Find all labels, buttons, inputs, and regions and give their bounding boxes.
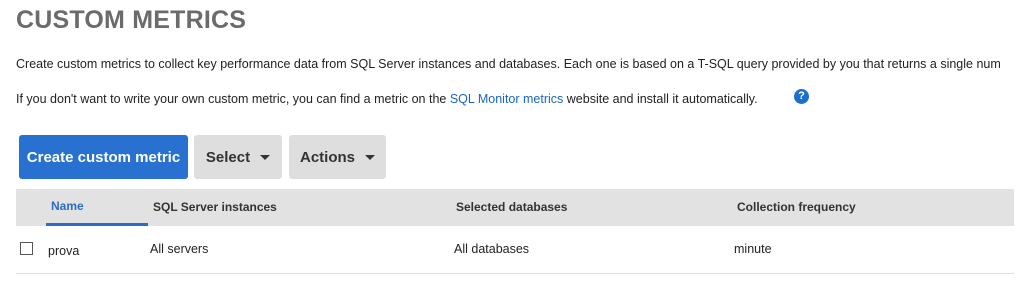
cell-collection-frequency: minute [734,242,772,256]
column-header-name[interactable]: Name [51,199,84,213]
help-icon[interactable]: ? [794,89,809,104]
table-row[interactable]: prova All servers All databases minute [16,226,1014,274]
cell-selected-databases: All databases [454,242,530,256]
cell-sql-server-instances: All servers [150,242,209,256]
table-header: Name SQL Server instances Selected datab… [16,189,1014,226]
create-custom-metric-button[interactable]: Create custom metric [19,135,188,179]
row-checkbox[interactable] [20,242,33,255]
sql-monitor-metrics-link[interactable]: SQL Monitor metrics [450,92,563,106]
page-title: CUSTOM METRICS [16,6,247,34]
intro-text: Create custom metrics to collect key per… [16,57,1001,71]
cell-name: prova [48,244,80,258]
select-dropdown-button[interactable]: Select [194,135,282,179]
create-custom-metric-label: Create custom metric [26,148,181,166]
select-label: Select [205,148,251,166]
intro-secondary-text: If you don't want to write your own cust… [16,92,758,106]
column-header-selected-databases[interactable]: Selected databases [456,200,567,214]
actions-label: Actions [299,148,355,166]
chevron-down-icon [260,155,271,160]
intro-secondary-before: If you don't want to write your own cust… [16,92,450,106]
actions-dropdown-button[interactable]: Actions [289,135,386,179]
chevron-down-icon [365,155,375,160]
column-header-sql-server-instances[interactable]: SQL Server instances [153,200,277,214]
column-header-collection-frequency[interactable]: Collection frequency [737,200,856,214]
intro-secondary-after: website and install it automatically. [563,92,758,106]
